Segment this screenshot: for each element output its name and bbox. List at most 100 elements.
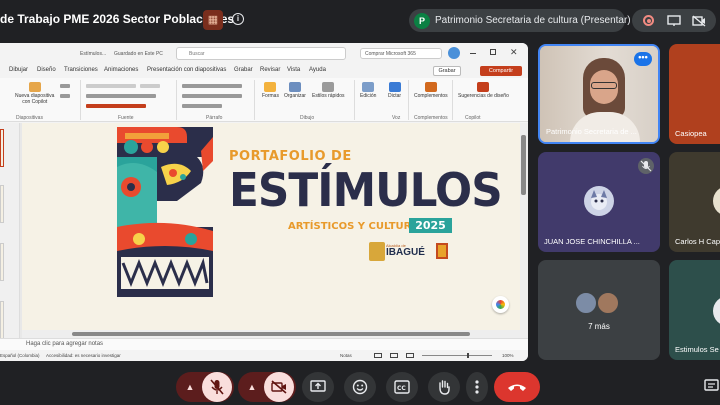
close-icon[interactable]: ✕ bbox=[510, 47, 518, 58]
slide-canvas[interactable]: PORTAFOLIO DE ESTÍMULOS ARTÍSTICOS Y CUL… bbox=[22, 123, 520, 330]
building-icon[interactable]: ▦ bbox=[203, 10, 223, 30]
menu-vista[interactable]: Vista bbox=[287, 67, 300, 73]
copilot-icon[interactable] bbox=[492, 296, 509, 313]
raise-hand-button[interactable] bbox=[428, 372, 460, 402]
portafolio-heading: PORTAFOLIO DE bbox=[229, 149, 352, 164]
participant-tile[interactable]: ••• Patrimonio Secretaria de ... bbox=[538, 44, 660, 144]
leave-call-button[interactable] bbox=[494, 372, 540, 402]
mic-toggle-button[interactable] bbox=[202, 372, 232, 402]
present-button[interactable] bbox=[302, 372, 334, 402]
search-input[interactable]: Buscar bbox=[176, 47, 346, 60]
direction-buttons[interactable] bbox=[182, 104, 222, 108]
more-options-button[interactable] bbox=[466, 372, 488, 402]
language-status[interactable]: Español (Colombia) bbox=[0, 353, 40, 358]
record-icon[interactable] bbox=[641, 13, 657, 29]
mask-illustration bbox=[117, 127, 213, 297]
emoji-icon bbox=[352, 379, 368, 395]
shapes-button[interactable]: Formas bbox=[262, 82, 279, 99]
participant-tile[interactable]: Carlos H Cap bbox=[669, 152, 720, 252]
quick-styles-button[interactable]: Estilos rápidos bbox=[312, 82, 345, 99]
font-color-buttons[interactable] bbox=[86, 104, 146, 108]
slide-thumbnail[interactable] bbox=[0, 185, 4, 223]
shared-screen: Estímulos... Guardado en Este PC Buscar … bbox=[0, 43, 528, 361]
more-participants-tile[interactable]: 7 más bbox=[538, 260, 660, 360]
font-format-buttons[interactable] bbox=[86, 94, 156, 98]
normal-view-icon[interactable] bbox=[374, 353, 382, 358]
ribbon-separator bbox=[408, 80, 409, 120]
font-name-select[interactable] bbox=[86, 84, 136, 88]
avatar bbox=[713, 296, 720, 326]
participant-name: Casiopea bbox=[675, 129, 707, 138]
year-badge: 2025 bbox=[409, 218, 452, 233]
mic-off-icon bbox=[210, 379, 224, 395]
file-name[interactable]: Estímulos... bbox=[80, 51, 106, 57]
record-button[interactable]: Grabar bbox=[433, 66, 461, 76]
save-status[interactable]: Guardado en Este PC bbox=[114, 51, 163, 57]
arrange-button[interactable]: Organizar bbox=[284, 82, 306, 99]
dictate-button[interactable]: Dictar bbox=[388, 82, 401, 99]
vertical-scroll-thumb[interactable] bbox=[521, 135, 526, 195]
menu-animaciones[interactable]: Animaciones bbox=[104, 67, 138, 73]
participant-tile[interactable]: Estimulos Se bbox=[669, 260, 720, 360]
mic-options-button[interactable]: ▲ bbox=[178, 372, 202, 402]
menu-dibujar[interactable]: Dibujar bbox=[9, 67, 28, 73]
accessibility-status[interactable]: Accesibilidad: es necesario investigar bbox=[46, 353, 121, 358]
layout-icon[interactable] bbox=[60, 84, 70, 88]
status-bar: Español (Colombia) Accesibilidad: es nec… bbox=[0, 350, 528, 361]
hand-icon bbox=[439, 380, 450, 395]
participant-tile[interactable]: JUAN JOSE CHINCHILLA ... bbox=[538, 152, 660, 252]
buy-m365-button[interactable]: Comprar Microsoft 365 bbox=[360, 48, 442, 59]
design-ideas-icon bbox=[477, 82, 490, 92]
reset-icon[interactable] bbox=[60, 94, 70, 98]
participant-tile[interactable]: Casiopea bbox=[669, 44, 720, 144]
design-ideas-label: Sugerencias de diseño bbox=[458, 93, 509, 99]
list-buttons[interactable] bbox=[182, 84, 242, 88]
editing-label: Edición bbox=[360, 93, 377, 99]
captions-button[interactable]: CC bbox=[386, 372, 418, 402]
slide-thumbnail[interactable] bbox=[0, 243, 4, 281]
zoom-level[interactable]: 100% bbox=[502, 353, 514, 358]
menu-grabar[interactable]: Grabar bbox=[234, 67, 253, 73]
align-buttons[interactable] bbox=[182, 94, 242, 98]
menu-ayuda[interactable]: Ayuda bbox=[309, 67, 326, 73]
editing-button[interactable]: Edición bbox=[360, 82, 376, 99]
menu-presentacion[interactable]: Presentación con diapositivas bbox=[147, 67, 226, 73]
profile-icon[interactable] bbox=[448, 47, 460, 59]
participant-name: JUAN JOSE CHINCHILLA ... bbox=[544, 237, 640, 246]
menu-diseno[interactable]: Diseño bbox=[37, 67, 56, 73]
reading-view-icon[interactable] bbox=[406, 353, 414, 358]
horizontal-scrollbar[interactable] bbox=[22, 330, 520, 338]
presentation-icon[interactable] bbox=[666, 13, 682, 29]
chat-icon[interactable] bbox=[704, 378, 720, 394]
sorter-view-icon[interactable] bbox=[390, 353, 398, 358]
presenter-pill[interactable]: P Patrimonio Secretaria de cultura (Pres… bbox=[409, 9, 631, 32]
slide-thumbnail[interactable] bbox=[0, 301, 4, 339]
ribbon-separator bbox=[80, 80, 81, 120]
presenter-label: Patrimonio Secretaria de cultura (Presen… bbox=[435, 15, 631, 26]
copilot-label: con Copilot bbox=[22, 99, 48, 105]
minimize-icon[interactable] bbox=[470, 53, 476, 54]
horizontal-scroll-thumb[interactable] bbox=[72, 332, 470, 336]
maximize-icon[interactable] bbox=[490, 49, 496, 55]
arrange-icon bbox=[288, 82, 301, 92]
emoji-button[interactable] bbox=[344, 372, 376, 402]
info-icon[interactable]: i bbox=[232, 13, 244, 25]
design-ideas-button[interactable]: Sugerencias de diseño bbox=[458, 82, 509, 99]
font-size-select[interactable] bbox=[140, 84, 160, 88]
camera-options-button[interactable]: ▲ bbox=[240, 372, 264, 402]
notes-toggle[interactable]: Notas bbox=[340, 353, 352, 358]
notes-pane[interactable]: Haga clic para agregar notas bbox=[0, 338, 528, 350]
zoom-slider[interactable] bbox=[422, 355, 492, 356]
menu-revisar[interactable]: Revisar bbox=[260, 67, 280, 73]
search-placeholder: Buscar bbox=[189, 51, 205, 57]
camera-toggle-button[interactable] bbox=[264, 372, 294, 402]
more-options-icon[interactable]: ••• bbox=[634, 52, 652, 66]
slide-thumbnail[interactable] bbox=[0, 129, 4, 167]
zoom-slider-knob[interactable] bbox=[467, 353, 469, 358]
camera-off-icon[interactable] bbox=[691, 13, 707, 29]
share-button[interactable]: Compartir bbox=[480, 66, 522, 76]
new-slide-button[interactable]: Nueva diapositiva con Copilot bbox=[15, 82, 54, 105]
vertical-scrollbar[interactable] bbox=[520, 123, 528, 338]
addins-button[interactable]: Complementos bbox=[414, 82, 448, 99]
menu-transiciones[interactable]: Transiciones bbox=[64, 67, 98, 73]
